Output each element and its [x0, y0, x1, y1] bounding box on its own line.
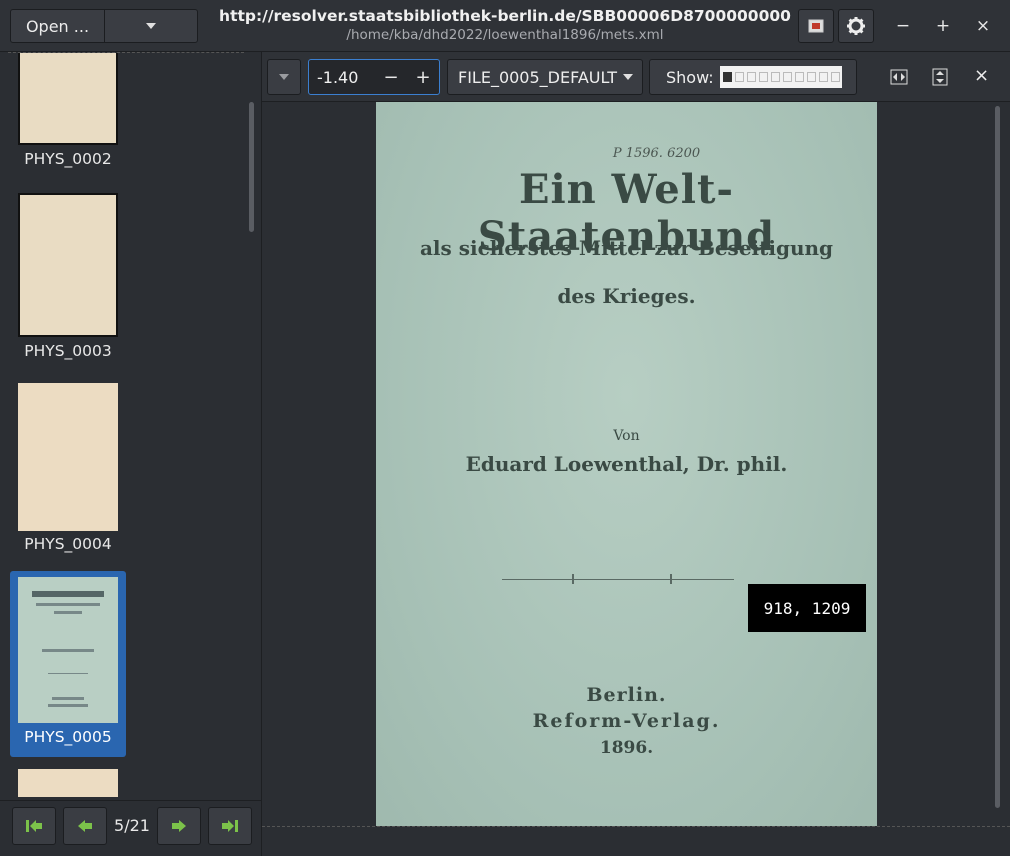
chevron-down-icon: [622, 74, 633, 80]
minimize-button[interactable]: −: [891, 14, 915, 38]
publication-place: Berlin.: [586, 684, 667, 706]
arrow-right-icon: [172, 820, 186, 832]
zoom-input[interactable]: [309, 60, 375, 94]
show-options[interactable]: Show:: [649, 59, 857, 95]
zoom-control: − +: [308, 59, 440, 95]
page-image: P 1596. 6200 Ein Welt-Staatenbund als si…: [376, 102, 877, 826]
view-options-button[interactable]: [267, 59, 301, 95]
page-navigation: 5/21: [0, 800, 262, 856]
last-page-button[interactable]: [208, 807, 252, 845]
first-page-icon: [26, 820, 42, 832]
author-prefix: Von: [613, 428, 640, 444]
open-button[interactable]: Open ...: [11, 10, 105, 42]
thumbnail-label: PHYS_0002: [24, 150, 112, 168]
window-subtitle: /home/kba/dhd2022/loewenthal1896/mets.xm…: [346, 27, 664, 43]
zoom-in-button[interactable]: +: [407, 60, 439, 94]
author-line: Eduard Loewenthal, Dr. phil.: [465, 452, 788, 476]
maximize-button[interactable]: +: [931, 14, 955, 38]
page-thumbnail-image: [18, 383, 118, 531]
show-toggle-icons[interactable]: [719, 66, 842, 88]
title-line-3: des Krieges.: [557, 284, 696, 308]
publication-year: 1896.: [599, 738, 654, 758]
divider-ornament: [572, 574, 672, 584]
file-group-value: FILE_0005_DEFAULT: [458, 67, 617, 87]
title-block: http://resolver.staatsbibliothek-berlin.…: [210, 7, 800, 43]
horizontal-scroll-area[interactable]: [262, 826, 1010, 856]
thumbnail-phys-0002[interactable]: PHYS_0002: [10, 53, 126, 168]
viewer-toolbar: − + FILE_0005_DEFAULT Show: ×: [262, 52, 1010, 102]
screenshot-button[interactable]: [798, 9, 834, 43]
close-window-button[interactable]: ×: [971, 14, 995, 38]
thumbnail-label: PHYS_0003: [24, 342, 112, 360]
file-group-select[interactable]: FILE_0005_DEFAULT: [447, 59, 643, 95]
page-viewport[interactable]: P 1596. 6200 Ein Welt-Staatenbund als si…: [262, 102, 1010, 826]
header-bar: Open ... http://resolver.staatsbibliothe…: [0, 0, 1010, 52]
thumbnail-list[interactable]: PHYS_0002 PHYS_0003 PHYS_0004 PHYS_0005: [8, 52, 244, 797]
fit-width-icon: [890, 69, 908, 85]
fit-height-button[interactable]: [932, 68, 948, 90]
previous-page-button[interactable]: [63, 807, 107, 845]
thumbnail-label: PHYS_0004: [24, 535, 112, 553]
close-view-button[interactable]: ×: [974, 65, 989, 86]
last-page-icon: [222, 820, 238, 832]
thumbnail-phys-0004[interactable]: PHYS_0004: [10, 383, 126, 558]
fit-height-icon: [932, 68, 948, 86]
first-page-button[interactable]: [12, 807, 56, 845]
open-menu-button[interactable]: [105, 10, 197, 42]
thumbnail-phys-0005[interactable]: PHYS_0005: [10, 571, 126, 757]
gear-icon: [847, 17, 865, 35]
page-thumbnail-image: [18, 769, 118, 797]
show-label: Show:: [666, 67, 714, 87]
page-thumbnail-image: [18, 53, 118, 145]
title-line-2: als sicherstes Mittel zur Beseitigung: [419, 236, 834, 260]
chevron-down-icon: [146, 23, 156, 29]
chevron-down-icon: [279, 74, 289, 80]
thumbnail-phys-0006[interactable]: [10, 769, 126, 797]
viewport-scrollbar[interactable]: [995, 106, 1000, 808]
zoom-out-button[interactable]: −: [375, 60, 407, 94]
thumbnail-label: PHYS_0005: [24, 728, 112, 746]
window-title: http://resolver.staatsbibliothek-berlin.…: [219, 7, 791, 25]
page-counter: 5/21: [114, 816, 150, 835]
page-thumbnail-image: [18, 193, 118, 337]
screenshot-icon: [808, 19, 824, 33]
thumbnail-sidebar: PHYS_0002 PHYS_0003 PHYS_0004 PHYS_0005: [0, 52, 262, 856]
cursor-coordinates-tooltip: 918, 1209: [748, 584, 866, 632]
publisher: Reform-Verlag.: [532, 710, 721, 732]
thumbnail-phys-0003[interactable]: PHYS_0003: [10, 193, 126, 363]
sidebar-scrollbar[interactable]: [249, 102, 254, 232]
page-thumbnail-image: [18, 577, 118, 723]
next-page-button[interactable]: [157, 807, 201, 845]
settings-button[interactable]: [838, 9, 874, 43]
shelfmark-annotation: P 1596. 6200: [612, 146, 701, 161]
arrow-left-icon: [78, 820, 92, 832]
fit-width-button[interactable]: [890, 69, 908, 89]
open-button-group: Open ...: [10, 9, 198, 43]
